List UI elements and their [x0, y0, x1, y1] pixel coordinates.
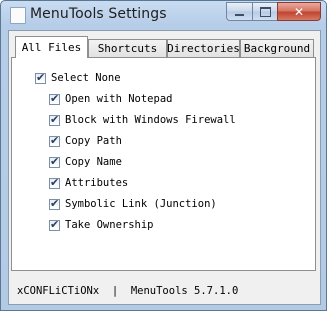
status-bar: xCONFLiCTiONx | MenuTools 5.7.1.0	[9, 279, 320, 304]
option-label: Copy Name	[65, 156, 122, 168]
check-icon: ✔	[50, 133, 60, 147]
option-symbolic-link[interactable]: ✔ Symbolic Link (Junction)	[49, 196, 217, 212]
option-copy-name[interactable]: ✔ Copy Name	[49, 154, 122, 170]
check-icon: ✔	[50, 154, 60, 168]
window-title: MenuTools Settings	[30, 6, 167, 22]
title-bar[interactable]: MenuTools Settings ✕	[1, 1, 326, 29]
tab-label: All Files	[21, 41, 82, 54]
option-open-with-notepad[interactable]: ✔ Open with Notepad	[49, 91, 172, 107]
client-area: All Files Shortcuts Directories Backgrou…	[8, 30, 321, 305]
tab-all-files[interactable]: All Files	[15, 36, 88, 58]
check-icon: ✔	[50, 217, 60, 231]
option-attributes[interactable]: ✔ Attributes	[49, 175, 128, 191]
tab-strip: All Files Shortcuts Directories Backgrou…	[11, 36, 318, 58]
checkbox[interactable]: ✔	[49, 112, 60, 126]
tab-directories[interactable]: Directories	[167, 39, 240, 57]
maximize-icon	[259, 6, 271, 17]
option-label: Copy Path	[65, 135, 122, 147]
option-label: Take Ownership	[65, 219, 154, 231]
status-separator: |	[111, 285, 119, 297]
tab-label: Shortcuts	[97, 42, 158, 55]
check-icon: ✔	[50, 196, 60, 210]
app-icon	[10, 7, 26, 24]
tab-label: Background	[243, 42, 311, 55]
version-label: MenuTools 5.7.1.0	[130, 285, 239, 297]
check-icon: ✔	[50, 175, 60, 189]
check-icon: ✔	[50, 91, 60, 105]
option-label: Open with Notepad	[65, 93, 173, 105]
tab-shortcuts[interactable]: Shortcuts	[88, 39, 167, 57]
checkbox[interactable]: ✔	[49, 133, 60, 147]
author-label: xCONFLiCTiONx	[17, 285, 100, 297]
minimize-icon	[235, 14, 244, 16]
close-icon: ✕	[293, 4, 305, 19]
tab-background[interactable]: Background	[240, 39, 314, 57]
status-text: xCONFLiCTiONx | MenuTools 5.7.1.0	[17, 285, 238, 297]
option-copy-path[interactable]: ✔ Copy Path	[49, 133, 122, 149]
minimize-button[interactable]	[226, 2, 252, 21]
select-none-checkbox[interactable]: ✔	[35, 70, 46, 84]
select-none-label: Select None	[51, 72, 121, 84]
select-none-option[interactable]: ✔ Select None	[35, 70, 121, 86]
check-icon: ✔	[50, 112, 60, 126]
option-take-ownership[interactable]: ✔ Take Ownership	[49, 217, 154, 233]
option-label: Attributes	[65, 177, 129, 189]
checkbox[interactable]: ✔	[49, 196, 60, 210]
checkbox[interactable]: ✔	[49, 154, 60, 168]
tab-label: Directories	[167, 42, 240, 55]
checkbox[interactable]: ✔	[49, 217, 60, 231]
checkbox[interactable]: ✔	[49, 91, 60, 105]
caption-buttons: ✕	[226, 2, 321, 21]
settings-window: MenuTools Settings ✕ All Files Shortcuts…	[0, 0, 327, 311]
checkbox[interactable]: ✔	[49, 175, 60, 189]
check-icon: ✔	[36, 70, 46, 84]
option-label: Block with Windows Firewall	[65, 114, 236, 126]
all-files-panel: ✔ Select None ✔ Open with Notepad ✔ Bloc…	[11, 57, 316, 271]
maximize-button[interactable]	[252, 2, 277, 21]
option-block-with-firewall[interactable]: ✔ Block with Windows Firewall	[49, 112, 236, 128]
close-button[interactable]: ✕	[277, 2, 321, 21]
option-label: Symbolic Link (Junction)	[65, 198, 217, 210]
